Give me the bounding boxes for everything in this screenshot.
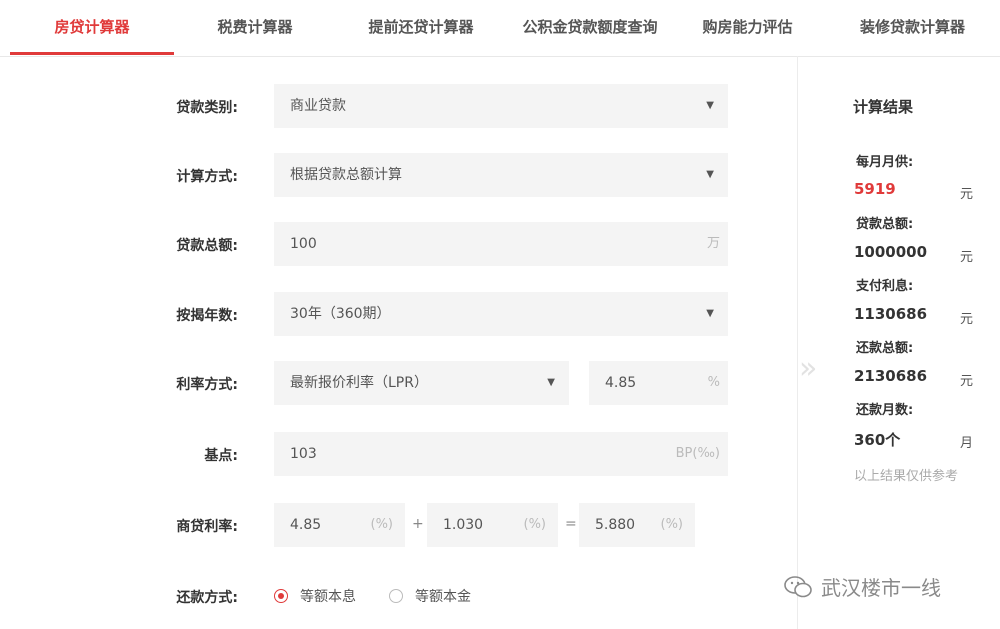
- caret-down-icon: ▼: [706, 100, 714, 111]
- caret-down-icon: ▼: [547, 377, 555, 388]
- interest-unit: 元: [960, 312, 974, 327]
- total-loan-value: 1000000: [854, 243, 928, 261]
- repayment-option-equal-installment[interactable]: 等额本息: [274, 586, 356, 606]
- results-note: 以上结果仅供参考: [854, 469, 959, 484]
- basis-points-label: 基点:: [204, 448, 238, 464]
- basis-points-unit: BP(‰): [675, 446, 720, 461]
- loan-type-value: 商业贷款: [290, 98, 346, 114]
- repayment-option-label: 等额本息: [300, 589, 356, 605]
- radio-checked-icon: [274, 589, 288, 603]
- result-rate-unit: (%): [660, 517, 684, 532]
- wechat-icon: [784, 575, 812, 597]
- loan-amount-label: 贷款总额:: [176, 238, 238, 254]
- radio-unchecked-icon: [389, 589, 403, 603]
- caret-down-icon: ▼: [706, 169, 714, 180]
- base-rate-unit: (%): [370, 517, 394, 532]
- tab-bar: 房贷计算器 税费计算器 提前还贷计算器 公积金贷款额度查询 购房能力评估 装修贷…: [0, 0, 1000, 57]
- rate-method-select[interactable]: 最新报价利率（LPR） ▼: [274, 361, 569, 405]
- plus-sign: +: [412, 516, 424, 532]
- results-title: 计算结果: [853, 98, 914, 116]
- tab-prepayment-calculator[interactable]: 提前还贷计算器: [340, 0, 502, 54]
- rate-input[interactable]: 4.85 %: [589, 361, 728, 405]
- add-rate-unit: (%): [523, 517, 547, 532]
- tab-affordability[interactable]: 购房能力评估: [685, 0, 810, 54]
- base-rate-value: 4.85: [290, 517, 322, 533]
- equals-sign: =: [565, 516, 577, 532]
- result-rate-value: 5.880: [595, 517, 636, 533]
- results-divider: [797, 56, 798, 629]
- calc-method-select[interactable]: 根据贷款总额计算 ▼: [274, 153, 728, 197]
- repayment-label: 还款方式:: [176, 590, 238, 606]
- monthly-payment-label: 每月月供:: [856, 155, 914, 170]
- basis-points-value: 103: [290, 446, 317, 462]
- loan-type-label: 贷款类别:: [176, 100, 238, 116]
- tab-provident-fund-query[interactable]: 公积金贷款额度查询: [505, 0, 675, 54]
- total-repayment-unit: 元: [960, 374, 974, 389]
- total-repayment-value: 2130686: [854, 367, 928, 385]
- rate-method-label: 利率方式:: [176, 377, 238, 393]
- rate-method-value: 最新报价利率（LPR）: [290, 375, 428, 391]
- loan-amount-input[interactable]: 100 万: [274, 222, 728, 266]
- commercial-base-rate-field: 4.85 (%): [274, 503, 405, 547]
- tab-renovation-loan[interactable]: 装修贷款计算器: [840, 0, 985, 54]
- years-value: 30年（360期）: [290, 306, 391, 322]
- rate-unit: %: [707, 375, 720, 390]
- interest-value: 1130686: [854, 305, 928, 323]
- basis-points-input[interactable]: 103 BP(‰): [274, 432, 728, 476]
- add-rate-value: 1.030: [443, 517, 484, 533]
- repayment-option-label: 等额本金: [415, 589, 471, 605]
- total-repayment-label: 还款总额:: [856, 341, 914, 356]
- repayment-option-equal-principal[interactable]: 等额本金: [389, 586, 471, 606]
- repayment-months-label: 还款月数:: [856, 403, 914, 418]
- loan-amount-value: 100: [290, 236, 317, 252]
- chevron-right-icon: »: [799, 351, 818, 386]
- watermark: 武汉楼市一线: [783, 572, 941, 601]
- calc-method-value: 根据贷款总额计算: [290, 167, 402, 183]
- years-select[interactable]: 30年（360期） ▼: [274, 292, 728, 336]
- monthly-payment-value: 5919: [854, 180, 896, 198]
- tab-tax-calculator[interactable]: 税费计算器: [180, 0, 330, 54]
- interest-label: 支付利息:: [856, 279, 914, 294]
- loan-type-select[interactable]: 商业贷款 ▼: [274, 84, 728, 128]
- total-loan-unit: 元: [960, 250, 974, 265]
- repayment-months-value: 360个: [854, 431, 901, 449]
- monthly-payment-unit: 元: [960, 187, 974, 202]
- loan-amount-unit: 万: [706, 236, 720, 251]
- caret-down-icon: ▼: [706, 308, 714, 319]
- years-label: 按揭年数:: [176, 308, 238, 324]
- commercial-result-rate-field: 5.880 (%): [579, 503, 695, 547]
- commercial-rate-label: 商贷利率:: [176, 519, 238, 535]
- rate-value: 4.85: [605, 375, 637, 391]
- calc-method-label: 计算方式:: [176, 169, 238, 185]
- commercial-add-rate-field: 1.030 (%): [427, 503, 558, 547]
- total-loan-label: 贷款总额:: [856, 217, 914, 232]
- repayment-months-unit: 月: [960, 436, 974, 451]
- watermark-text: 武汉楼市一线: [821, 576, 941, 600]
- tab-mortgage-calculator[interactable]: 房贷计算器: [10, 0, 174, 55]
